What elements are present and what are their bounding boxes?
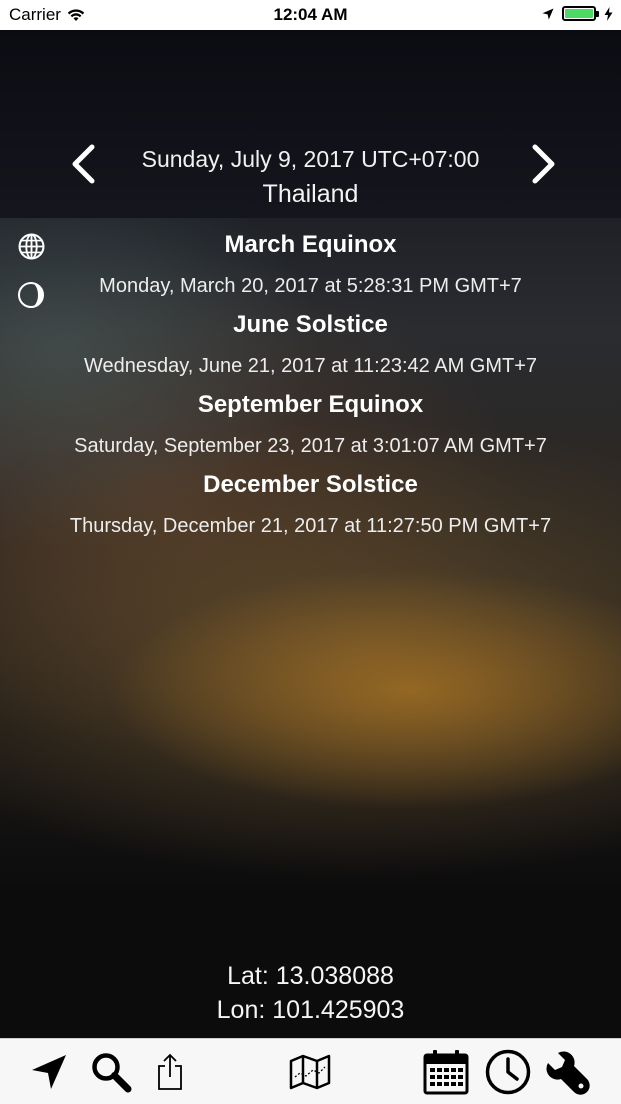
calendar-icon xyxy=(423,1050,469,1095)
map-button[interactable] xyxy=(287,1049,333,1095)
clock-button[interactable] xyxy=(485,1049,531,1095)
event-datetime: Monday, March 20, 2017 at 5:28:31 PM GMT… xyxy=(99,275,522,297)
wrench-icon xyxy=(546,1051,590,1095)
next-date-button[interactable] xyxy=(524,142,564,186)
season-event: September Equinox Saturday, September 23… xyxy=(0,390,621,470)
clock-icon xyxy=(485,1049,531,1095)
event-title: June Solstice xyxy=(233,311,388,338)
status-time: 12:04 AM xyxy=(273,5,348,24)
event-title: March Equinox xyxy=(224,231,397,258)
map-icon xyxy=(289,1054,331,1090)
event-datetime: Thursday, December 21, 2017 at 11:27:50 … xyxy=(69,515,552,537)
season-event: March Equinox Monday, March 20, 2017 at … xyxy=(0,230,621,310)
season-event: December Solstice Thursday, December 21,… xyxy=(0,470,621,550)
event-title: September Equinox xyxy=(197,391,424,418)
location-services-icon xyxy=(542,8,554,19)
longitude-label: Lon: 101.425903 xyxy=(216,996,405,1024)
event-datetime: Wednesday, June 21, 2017 at 11:23:42 AM … xyxy=(83,355,538,377)
season-events-list: March Equinox Monday, March 20, 2017 at … xyxy=(0,230,621,550)
event-title: December Solstice xyxy=(203,471,418,498)
settings-button[interactable] xyxy=(544,1049,590,1095)
latitude-label: Lat: 13.038088 xyxy=(227,962,394,990)
location-button[interactable] xyxy=(26,1049,72,1095)
status-right xyxy=(542,6,613,21)
share-icon xyxy=(158,1053,182,1090)
share-button[interactable] xyxy=(147,1049,193,1095)
search-button[interactable] xyxy=(88,1049,134,1095)
chevron-right-icon xyxy=(532,144,555,184)
charging-bolt-icon xyxy=(604,6,613,21)
search-icon xyxy=(92,1053,132,1093)
bottom-toolbar xyxy=(0,1038,621,1104)
season-event: June Solstice Wednesday, June 21, 2017 a… xyxy=(0,310,621,390)
coordinates: Lat: 13.038088 Lon: 101.425903 xyxy=(0,959,621,1027)
status-bar: Carrier 12:04 AM xyxy=(0,0,621,30)
event-datetime: Saturday, September 23, 2017 at 3:01:07 … xyxy=(74,435,547,457)
battery-level xyxy=(565,9,593,18)
location-arrow-icon xyxy=(32,1055,66,1089)
calendar-button[interactable] xyxy=(423,1049,469,1095)
battery-icon xyxy=(562,6,599,21)
main-content: Sunday, July 9, 2017 UTC+07:00 Thailand … xyxy=(0,30,621,1038)
